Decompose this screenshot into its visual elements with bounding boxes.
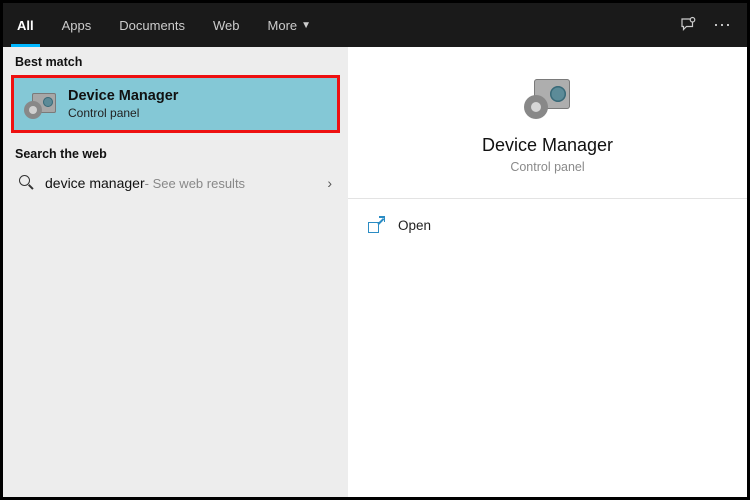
search-icon	[19, 175, 35, 191]
tab-more-label: More	[268, 18, 298, 33]
best-match-title: Device Manager	[68, 88, 178, 104]
tab-all[interactable]: All	[3, 3, 48, 47]
actions-list: Open	[348, 199, 747, 251]
open-label: Open	[398, 218, 431, 233]
content-area: Best match Device Manager Control panel …	[3, 47, 747, 497]
feedback-icon[interactable]	[671, 8, 705, 42]
chevron-right-icon: ›	[327, 175, 332, 191]
best-match-heading: Best match	[3, 47, 348, 73]
search-web-heading: Search the web	[3, 139, 348, 165]
results-panel: Best match Device Manager Control panel …	[3, 47, 348, 497]
open-icon	[368, 217, 384, 233]
web-search-result[interactable]: device manager - See web results ›	[3, 165, 348, 201]
more-options-icon[interactable]: ⋯	[705, 8, 739, 42]
best-match-subtitle: Control panel	[68, 106, 178, 120]
web-query: device manager	[45, 175, 145, 191]
preview-header: Device Manager Control panel	[348, 47, 747, 199]
tab-web-label: Web	[213, 18, 240, 33]
open-action[interactable]: Open	[348, 207, 747, 243]
preview-panel: Device Manager Control panel Open	[348, 47, 747, 497]
chevron-down-icon: ▼	[301, 20, 311, 31]
tab-documents-label: Documents	[119, 18, 185, 33]
top-bar: All Apps Documents Web More▼ ⋯	[3, 3, 747, 47]
filter-tabs: All Apps Documents Web More▼	[3, 3, 325, 47]
best-match-result[interactable]: Device Manager Control panel	[11, 75, 340, 133]
tab-apps[interactable]: Apps	[48, 3, 106, 47]
preview-title: Device Manager	[482, 135, 613, 156]
preview-subtitle: Control panel	[510, 160, 584, 174]
device-manager-large-icon	[526, 77, 570, 117]
best-match-text: Device Manager Control panel	[68, 88, 178, 120]
tab-documents[interactable]: Documents	[105, 3, 199, 47]
device-manager-icon	[26, 91, 56, 117]
tab-all-label: All	[17, 18, 34, 33]
tab-web[interactable]: Web	[199, 3, 254, 47]
web-hint: - See web results	[145, 176, 245, 191]
tab-more[interactable]: More▼	[254, 3, 326, 47]
tab-apps-label: Apps	[62, 18, 92, 33]
